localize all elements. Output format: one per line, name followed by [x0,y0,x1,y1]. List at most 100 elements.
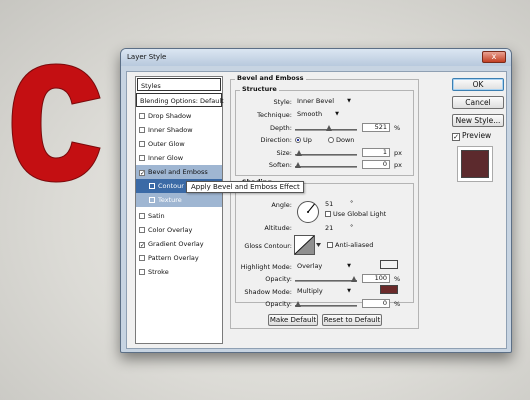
slider-thumb[interactable] [296,150,303,156]
radio-icon[interactable] [295,137,301,143]
list-item-label: Texture [158,196,182,204]
depth-slider[interactable] [295,125,357,131]
shadow-mode-select[interactable]: Multiply ▼ [295,287,353,296]
contour-icon[interactable] [294,235,322,255]
anti-aliased-checkbox[interactable]: Anti-aliased [327,241,373,249]
bevel-emboss-item[interactable]: ✓ Bevel and Emboss [136,165,222,179]
styles-header[interactable]: Styles [137,78,221,91]
checkbox-icon[interactable]: ✓ [139,170,145,177]
chevron-down-icon: ▼ [347,98,351,104]
list-item-label: Contour [158,182,184,190]
altitude-input[interactable]: 21 [325,224,343,232]
checkbox-icon[interactable] [139,113,145,119]
preview-swatch [461,150,489,178]
list-item-label: Inner Shadow [148,126,193,134]
highlight-opacity-input[interactable]: 100 [362,274,390,283]
size-slider[interactable] [295,150,357,156]
soften-slider[interactable] [295,162,357,168]
soften-input[interactable]: 0 [362,160,390,169]
chevron-down-icon: ▼ [347,288,351,294]
color-overlay-item[interactable]: Color Overlay [136,223,222,237]
checkbox-icon[interactable]: ✓ [139,242,145,249]
angle-unit: ° [350,199,354,207]
ok-button[interactable]: OK [452,78,504,91]
cancel-button[interactable]: Cancel [452,96,504,109]
list-item-label: Pattern Overlay [148,254,199,262]
size-input[interactable]: 1 [362,148,390,157]
checkbox-label: Preview [462,131,492,140]
depth-label: Depth: [270,124,292,132]
angle-input[interactable]: 51 [325,200,343,208]
slider-thumb[interactable] [295,162,301,168]
make-default-button[interactable]: Make Default [268,314,318,326]
highlight-mode-select[interactable]: Overlay ▼ [295,262,353,271]
checkbox-icon[interactable] [139,255,145,261]
checkbox-icon[interactable]: ✓ [452,133,460,141]
shadow-color-swatch[interactable] [380,285,398,294]
checkbox-icon[interactable] [149,183,155,189]
close-icon[interactable]: x [482,51,506,63]
stroke-item[interactable]: Stroke [136,265,222,279]
slider-thumb[interactable] [295,301,301,307]
soften-unit: px [394,161,402,169]
highlight-mode-value: Overlay [297,262,323,270]
list-item-label: Drop Shadow [148,112,192,120]
inner-glow-item[interactable]: Inner Glow [136,151,222,165]
shadow-opacity-slider[interactable] [295,301,357,307]
direction-label: Direction: [260,136,292,144]
slider-thumb[interactable] [325,125,332,131]
checkbox-icon[interactable] [149,197,155,203]
depth-unit: % [394,124,401,132]
outer-glow-item[interactable]: Outer Glow [136,137,222,151]
list-item-label: Satin [148,212,165,220]
checkbox-icon[interactable] [325,211,331,217]
direction-down[interactable]: Down [328,136,354,144]
new-style-button[interactable]: New Style... [452,114,504,127]
styles-list: Styles Blending Options: Default Drop Sh… [135,76,224,344]
bevel-emboss-panel: Bevel and Emboss Structure Style: Inner … [230,74,419,329]
drop-shadow-item[interactable]: Drop Shadow [136,109,222,123]
technique-label: Technique: [257,111,292,119]
gradient-overlay-item[interactable]: ✓ Gradient Overlay [136,237,222,251]
shadow-opacity-input[interactable]: 0 [362,299,390,308]
structure-title: Structure [240,85,279,93]
technique-select[interactable]: Smooth ▼ [295,110,341,119]
checkbox-icon[interactable] [139,127,145,133]
depth-input[interactable]: 521 [362,123,390,132]
global-light-checkbox[interactable]: Use Global Light [325,210,386,218]
checkbox-icon[interactable] [139,213,145,219]
reset-default-button[interactable]: Reset to Default [322,314,382,326]
angle-dial-icon[interactable] [296,200,320,224]
checkbox-icon[interactable] [327,242,333,248]
checkbox-icon[interactable] [139,155,145,161]
style-label: Style: [273,98,292,106]
inner-shadow-item[interactable]: Inner Shadow [136,123,222,137]
radio-icon[interactable] [328,137,334,143]
checkbox-icon[interactable] [139,269,145,275]
checkbox-label: Anti-aliased [335,241,374,249]
altitude-unit: ° [350,223,354,231]
list-item-label: Outer Glow [148,140,185,148]
list-item-label: Color Overlay [148,226,193,234]
shadow-opacity-label: Opacity: [265,300,292,308]
style-select[interactable]: Inner Bevel ▼ [295,97,353,106]
list-item-label: Inner Glow [148,154,184,162]
highlight-color-swatch[interactable] [380,260,398,269]
highlight-opacity-slider[interactable] [295,276,357,282]
direction-up[interactable]: Up [295,136,312,144]
checkbox-icon[interactable] [139,227,145,233]
preview-checkbox[interactable]: ✓ Preview [452,131,491,141]
dialog-content: Styles Blending Options: Default Drop Sh… [126,71,507,349]
group-title: Bevel and Emboss [235,74,306,82]
pattern-overlay-item[interactable]: Pattern Overlay [136,251,222,265]
radio-label: Down [336,136,355,144]
checkbox-label: Use Global Light [333,210,387,218]
checkbox-icon[interactable] [139,141,145,147]
satin-item[interactable]: Satin [136,209,222,223]
list-item-label: Bevel and Emboss [148,168,208,176]
technique-value: Smooth [297,110,323,118]
radio-label: Up [303,136,312,144]
blending-options-item[interactable]: Blending Options: Default [136,93,224,107]
texture-item[interactable]: Texture [136,193,222,207]
slider-thumb[interactable] [351,276,357,282]
